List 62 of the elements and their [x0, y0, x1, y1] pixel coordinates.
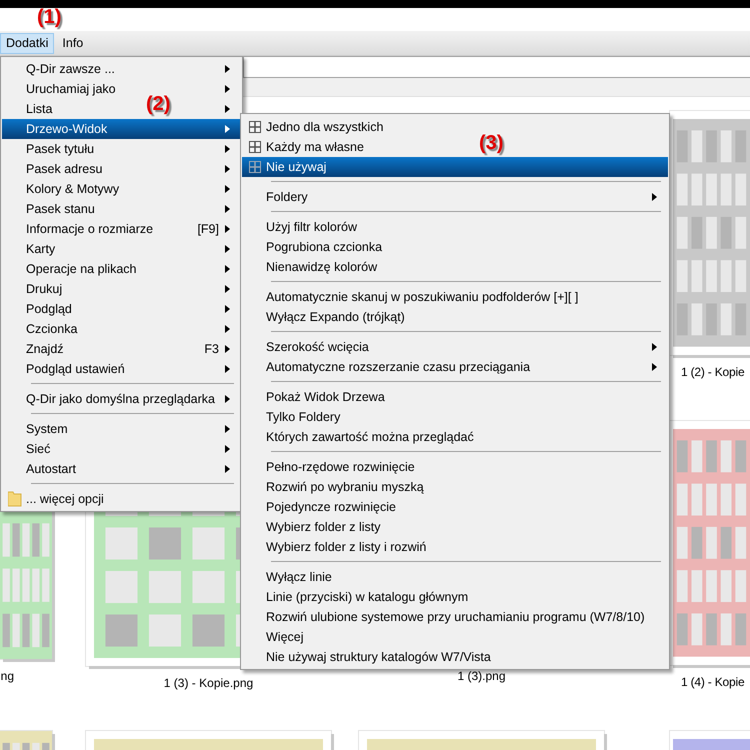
menu-item[interactable]: Tylko Foldery: [266, 410, 340, 424]
menu-item[interactable]: Foldery: [266, 190, 308, 204]
menu-item[interactable]: Automatyczne rozszerzanie czasu przeciągania: [266, 360, 530, 374]
menu-item[interactable]: Pokaż Widok Drzewa: [266, 390, 385, 404]
menu-item[interactable]: Wyłącz linie: [266, 570, 332, 584]
step-label: (1): [37, 6, 62, 29]
menu-item[interactable]: Których zawartość można przeglądać: [266, 430, 474, 444]
file-name[interactable]: ng: [0, 669, 14, 685]
menu-item[interactable]: Pogrubiona czcionka: [266, 240, 382, 254]
menu-item[interactable]: Drzewo-Widok: [2, 119, 241, 139]
shortcut-label: F3: [204, 342, 219, 356]
menu-item[interactable]: Wybierz folder z listy: [266, 520, 380, 534]
menu-item[interactable]: Q-Dir zawsze ...: [26, 62, 115, 76]
menu-item[interactable]: Wybierz folder z listy i rozwiń: [266, 540, 426, 554]
file-name[interactable]: 1 (2) - Kopie: [681, 364, 744, 380]
grid-icon: [248, 141, 260, 153]
menu-item[interactable]: Pasek adresu: [26, 162, 102, 176]
menu-item[interactable]: Każdy ma własne: [266, 140, 364, 154]
menu-item[interactable]: Operacje na plikach: [26, 262, 136, 276]
menu-item[interactable]: Sieć: [26, 442, 50, 456]
menu-item[interactable]: Rozwiń po wybraniu myszką: [266, 480, 424, 494]
menu-item[interactable]: Pełno-rzędowe rozwinięcie: [266, 460, 415, 474]
folder-icon: [8, 491, 22, 507]
menu-item[interactable]: Autostart: [26, 462, 76, 476]
menu-item[interactable]: Linie (przyciski) w katalogu głównym: [266, 590, 468, 604]
menu-item[interactable]: Podgląd: [26, 302, 72, 316]
menu-item[interactable]: Q-Dir jako domyślna przeglądarka: [26, 392, 215, 406]
grid-icon: [248, 161, 260, 173]
menu-item[interactable]: Pasek stanu: [26, 202, 95, 216]
menu-item[interactable]: Automatycznie skanuj w poszukiwaniu podfolderów [+][ ]: [266, 290, 578, 304]
menu-item[interactable]: Więcej: [266, 630, 304, 644]
menu-item[interactable]: Czcionka: [26, 322, 78, 336]
shortcut-label: [F9]: [197, 222, 219, 236]
menu-item[interactable]: Drukuj: [26, 282, 62, 296]
menu-item[interactable]: Nienawidzę kolorów: [266, 260, 378, 274]
menu-item[interactable]: Karty: [26, 242, 56, 256]
step-label: (3): [479, 132, 504, 155]
address-field[interactable]: [243, 56, 750, 78]
menu-item[interactable]: System: [26, 422, 68, 436]
menu-item[interactable]: Informacje o rozmiarze: [26, 222, 154, 236]
menu-item[interactable]: Znajdź: [26, 342, 64, 356]
menu-bar-item[interactable]: Info: [56, 32, 90, 54]
grid-icon: [248, 121, 260, 133]
menu-item[interactable]: ... więcej opcji: [26, 492, 104, 506]
menu-item[interactable]: Szerokość wcięcia: [266, 340, 369, 354]
menu-item[interactable]: Nie używaj struktury katalogów W7/Vista: [266, 650, 491, 664]
menu-item[interactable]: Wyłącz Expando (trójkąt): [266, 310, 405, 324]
menu-item[interactable]: Rozwiń ulubione systemowe przy uruchamianiu programu (W7/8/10): [266, 610, 645, 624]
menu-item[interactable]: Lista: [26, 102, 52, 116]
menu-item[interactable]: Nie używaj: [242, 157, 668, 177]
menu-bar-item[interactable]: Dodatki: [0, 32, 54, 54]
menu-item[interactable]: Użyj filtr kolorów: [266, 220, 357, 234]
menu-item[interactable]: Uruchamiaj jako: [26, 82, 116, 96]
menu-item[interactable]: Podgląd ustawień: [26, 362, 125, 376]
file-name[interactable]: 1 (4) - Kopie: [681, 674, 744, 690]
file-name[interactable]: 1 (3) - Kopie.png: [164, 676, 254, 690]
menu-item[interactable]: Pasek tytułu: [26, 142, 94, 156]
menu-item[interactable]: Jedno dla wszystkich: [266, 120, 384, 134]
step-label: (2): [146, 93, 170, 116]
menu-item[interactable]: Kolory & Motywy: [26, 182, 120, 196]
file-name[interactable]: 1 (3).png: [457, 669, 506, 685]
menu-item[interactable]: Pojedyncze rozwinięcie: [266, 500, 396, 514]
